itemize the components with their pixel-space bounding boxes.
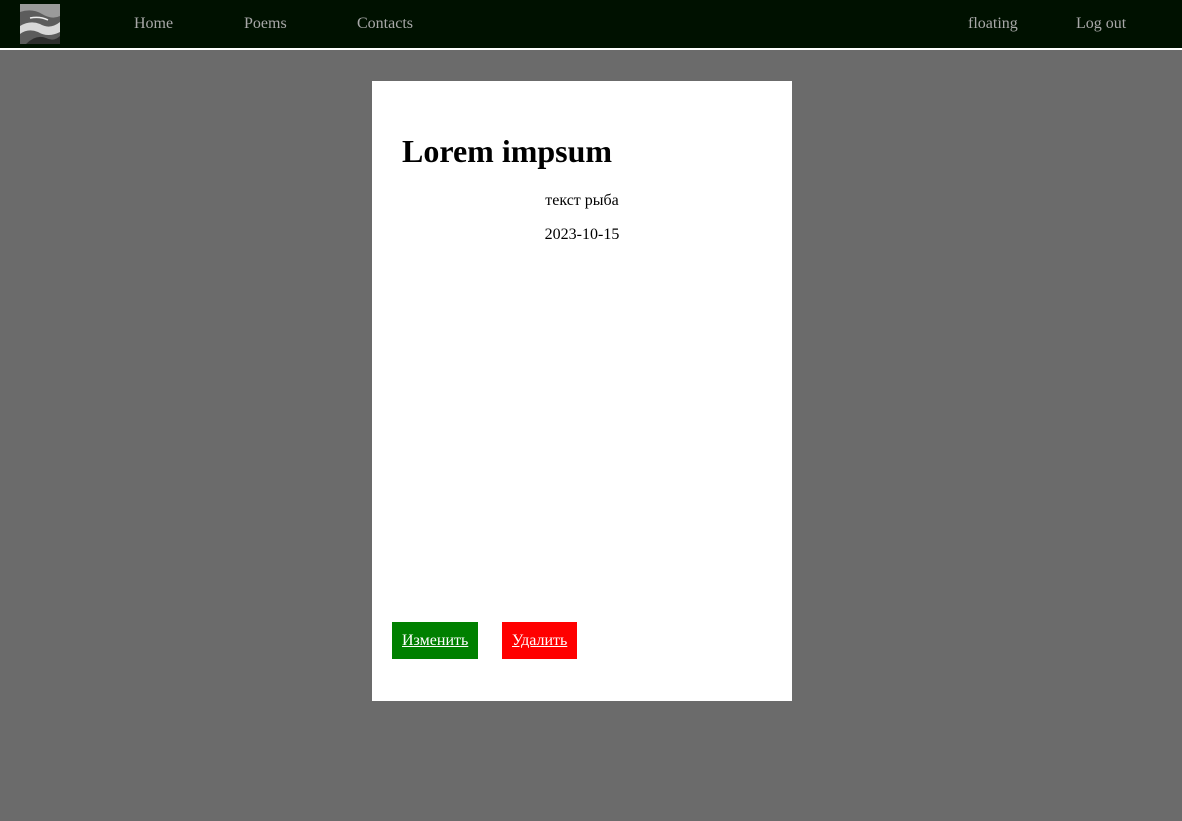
post-title: Lorem impsum bbox=[402, 133, 613, 169]
nav-contacts-link[interactable]: Contacts bbox=[357, 15, 413, 33]
nav-username-link[interactable]: floating bbox=[968, 15, 1018, 33]
nav-poems-link[interactable]: Poems bbox=[244, 15, 287, 33]
nav-logout-link[interactable]: Log out bbox=[1076, 15, 1126, 33]
site-logo[interactable] bbox=[20, 4, 60, 44]
landscape-photo-icon bbox=[20, 4, 60, 44]
nav-home-link[interactable]: Home bbox=[134, 15, 173, 33]
post-date: 2023-10-15 bbox=[544, 226, 620, 243]
edit-button[interactable]: Изменить bbox=[392, 622, 479, 659]
navbar: Home Poems Contacts floating Log out bbox=[0, 0, 1182, 50]
post-card: Lorem impsum текст рыба 2023-10-15 Измен… bbox=[372, 81, 792, 701]
delete-button[interactable]: Удалить bbox=[502, 622, 578, 659]
post-text: текст рыба bbox=[545, 192, 619, 209]
